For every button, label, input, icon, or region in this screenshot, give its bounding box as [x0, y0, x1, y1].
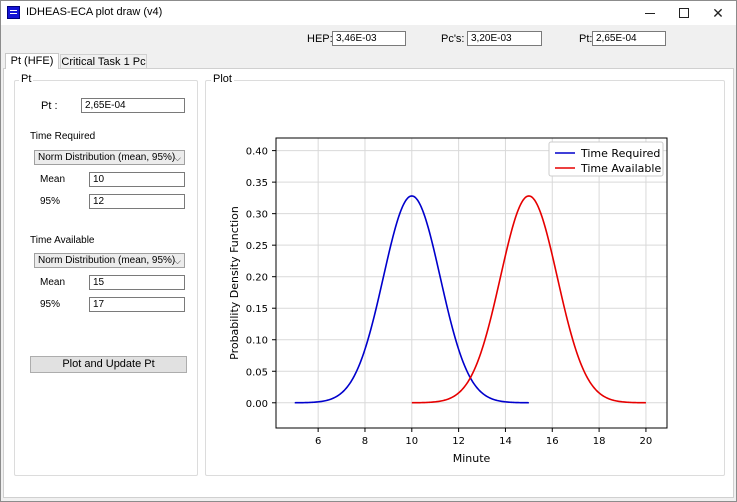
app-icon	[7, 6, 20, 19]
y-tick-label: 0.10	[246, 336, 268, 347]
legend-label: Time Required	[580, 147, 660, 160]
time-required-95-label: 95%	[40, 196, 61, 207]
pdf-chart: 6 8 10 12 14 16 18 20 0.00 0.05 0.10 0.15 0.20 0.25 0.…	[228, 137, 668, 465]
time-required-mean-label: Mean	[40, 174, 66, 185]
time-required-mean-field[interactable]: 10	[89, 172, 185, 187]
pcs-label: Pc's:	[441, 33, 465, 45]
y-tick-label: 0.35	[246, 178, 268, 189]
chart-legend: Time Required Time Available	[548, 141, 664, 177]
y-tick-label: 0.25	[246, 241, 268, 252]
pt-top-field[interactable]: 2,65E-04	[592, 31, 666, 46]
y-tick-label: 0.00	[246, 399, 268, 410]
time-required-distribution-value: Norm Distribution (mean, 95%)	[38, 152, 176, 163]
close-button[interactable]: ✕	[701, 1, 735, 25]
time-required-distribution-select[interactable]: Norm Distribution (mean, 95%) ⌵	[34, 150, 185, 165]
time-available-title: Time Available	[30, 235, 95, 246]
plot-group-title: Plot	[211, 73, 234, 85]
chevron-down-icon: ⌵	[174, 256, 181, 266]
minimize-icon	[645, 13, 655, 14]
tab-pt-hfe[interactable]: Pt (HFE)	[5, 53, 59, 69]
time-available-distribution-select[interactable]: Norm Distribution (mean, 95%) ⌵	[34, 253, 185, 268]
time-available-95-label: 95%	[40, 299, 61, 310]
y-tick-label: 0.15	[246, 304, 268, 315]
x-tick-label: 20	[640, 436, 653, 447]
y-tick-label: 0.30	[246, 210, 268, 221]
hep-field[interactable]: 3,46E-03	[332, 31, 406, 46]
time-required-95-field[interactable]: 12	[89, 194, 185, 209]
time-available-95-field[interactable]: 17	[89, 297, 185, 312]
tab-critical-task-1-pc[interactable]: Critical Task 1 Pc	[60, 54, 147, 69]
time-required-title: Time Required	[30, 131, 96, 142]
plot-and-update-pt-button[interactable]: Plot and Update Pt	[30, 356, 187, 373]
pt-label: Pt :	[41, 100, 58, 112]
maximize-button[interactable]	[667, 1, 701, 25]
time-available-mean-field[interactable]: 15	[89, 275, 185, 290]
minimize-button[interactable]	[633, 1, 667, 25]
chart-axes-frame	[275, 137, 668, 429]
close-icon: ✕	[712, 5, 724, 21]
x-tick-label: 10	[405, 436, 418, 447]
window-title: IDHEAS-ECA plot draw (v4)	[26, 6, 163, 18]
chart-grid	[276, 138, 667, 428]
x-tick-label: 18	[593, 436, 606, 447]
title-bar[interactable]: IDHEAS-ECA plot draw (v4) ✕	[1, 1, 736, 25]
x-axis-label: Minute	[453, 452, 491, 465]
x-tick-label: 8	[362, 436, 368, 447]
x-tick-label: 14	[499, 436, 512, 447]
legend-label: Time Available	[580, 162, 661, 175]
y-tick-label: 0.20	[246, 273, 268, 284]
pt-field[interactable]: 2,65E-04	[81, 98, 185, 113]
y-tick-label: 0.05	[246, 367, 268, 378]
time-available-distribution-value: Norm Distribution (mean, 95%)	[38, 255, 176, 266]
pt-top-label: Pt:	[579, 33, 593, 45]
hep-label: HEP:	[307, 33, 333, 45]
app-window: IDHEAS-ECA plot draw (v4) ✕ HEP: 3,46E-0…	[0, 0, 737, 502]
y-axis-label: Probability Density Function	[228, 206, 241, 360]
x-tick-label: 12	[452, 436, 465, 447]
x-tick-label: 6	[315, 436, 321, 447]
y-tick-label: 0.40	[246, 147, 268, 158]
x-tick-label: 16	[546, 436, 559, 447]
pcs-field[interactable]: 3,20E-03	[467, 31, 542, 46]
chevron-down-icon: ⌵	[174, 153, 181, 163]
maximize-icon	[679, 8, 689, 18]
pt-group-title: Pt	[19, 73, 34, 85]
time-available-mean-label: Mean	[40, 277, 66, 288]
